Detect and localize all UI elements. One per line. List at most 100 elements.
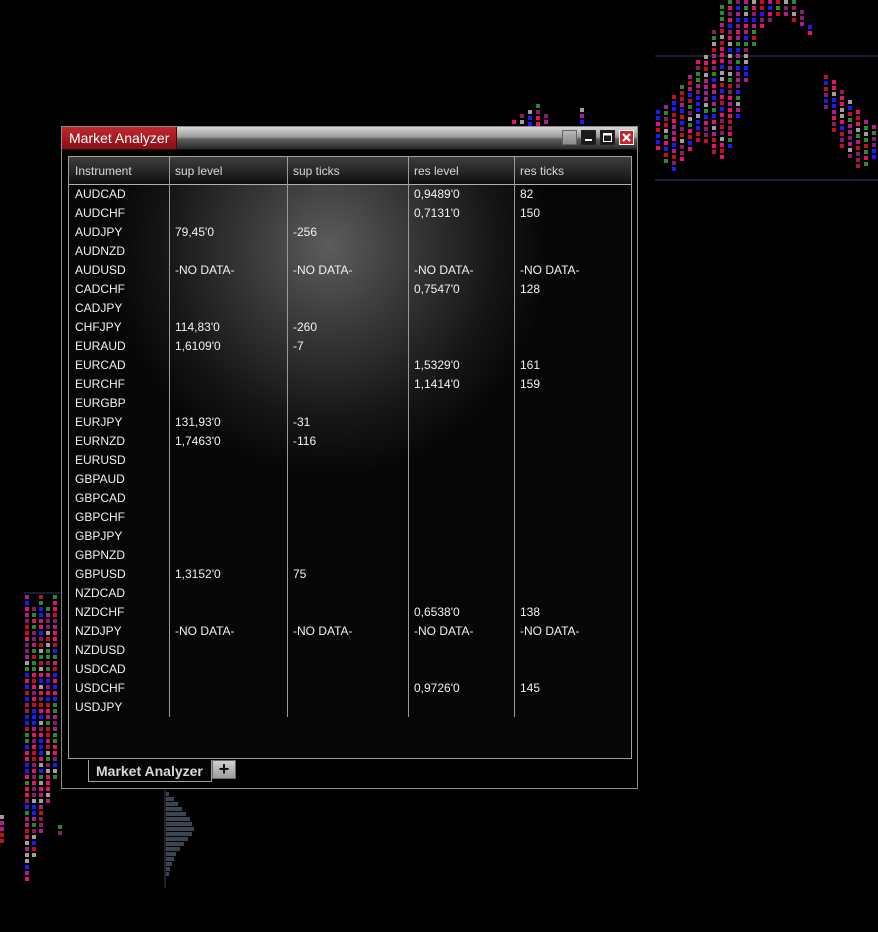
chart-box [53, 703, 57, 707]
table-row[interactable]: GBPCAD [69, 489, 631, 508]
cell-res-level: 1,5329'0 [414, 358, 460, 372]
chart-box [39, 817, 43, 821]
cell-instrument: USDCHF [75, 681, 125, 695]
window-titlebar[interactable]: Market Analyzer [62, 127, 637, 150]
chart-box [696, 78, 700, 82]
cell-sup-level [169, 470, 287, 489]
chart-box [736, 6, 740, 10]
table-row[interactable]: GBPAUD [69, 470, 631, 489]
chart-box [712, 144, 716, 148]
table-row[interactable]: EURUSD [69, 451, 631, 470]
cell-res-level [408, 318, 514, 337]
chart-box [53, 727, 57, 731]
column-header-res-ticks[interactable]: res ticks [514, 157, 631, 184]
chart-box [46, 751, 50, 755]
chart-box [712, 108, 716, 112]
volume-profile-bar [166, 842, 184, 846]
chart-box [720, 5, 724, 9]
table-row[interactable]: NZDJPY -NO DATA- -NO DATA- -NO DATA- -NO DAT… [69, 622, 631, 641]
chart-box [25, 829, 29, 833]
table-row[interactable]: NZDCHF 0,6538'0 138 [69, 603, 631, 622]
chart-box [680, 157, 684, 161]
table-row[interactable]: AUDCAD 0,9489'0 82 [69, 185, 631, 204]
chart-box [580, 120, 584, 124]
table-row[interactable]: CADCHF 0,7547'0 128 [69, 280, 631, 299]
chart-box [39, 625, 43, 629]
chart-box [736, 96, 740, 100]
chart-box [580, 108, 584, 112]
table-row[interactable]: CADJPY [69, 299, 631, 318]
chart-box [696, 102, 700, 106]
cell-sup-level [169, 299, 287, 318]
chart-box [680, 103, 684, 107]
chart-box [46, 715, 50, 719]
table-row[interactable]: EURNZD 1,7463'0 -116 [69, 432, 631, 451]
chart-box [25, 781, 29, 785]
volume-profile-bar [166, 812, 186, 816]
maximize-icon[interactable] [600, 130, 615, 145]
chart-box [25, 715, 29, 719]
minimize-icon[interactable] [581, 130, 596, 145]
table-row[interactable]: USDJPY [69, 698, 631, 717]
cell-sup-level [169, 356, 287, 375]
table-row[interactable]: EURGBP [69, 394, 631, 413]
chart-box [680, 127, 684, 131]
chart-box [712, 42, 716, 46]
table-row[interactable]: AUDNZD [69, 242, 631, 261]
chart-box [0, 815, 4, 819]
cell-instrument: GBPCAD [75, 491, 126, 505]
chart-box [39, 703, 43, 707]
table-row[interactable]: EURAUD 1,6109'0 -7 [69, 337, 631, 356]
chart-box [53, 637, 57, 641]
chart-box [840, 96, 844, 100]
table-row[interactable]: CHFJPY 114,83'0 -260 [69, 318, 631, 337]
table-row[interactable]: EURCAD 1,5329'0 161 [69, 356, 631, 375]
table-row[interactable]: GBPCHF [69, 508, 631, 527]
table-row[interactable]: EURJPY 131,93'0 -31 [69, 413, 631, 432]
table-row[interactable]: AUDJPY 79,45'0 -256 [69, 223, 631, 242]
table-row[interactable]: USDCHF 0,9726'0 145 [69, 679, 631, 698]
chart-box [25, 691, 29, 695]
cell-res-ticks [514, 299, 631, 318]
column-header-sup-level[interactable]: sup level [169, 157, 287, 184]
chart-box [46, 745, 50, 749]
column-header-instrument[interactable]: Instrument [69, 157, 169, 184]
table-row[interactable]: NZDUSD [69, 641, 631, 660]
chart-box [32, 799, 36, 803]
table-row[interactable]: GBPNZD [69, 546, 631, 565]
table-row[interactable]: GBPUSD 1,3152'0 75 [69, 565, 631, 584]
column-header-res-level[interactable]: res level [408, 157, 514, 184]
add-tab-icon[interactable]: + [212, 760, 236, 779]
window-menu-icon[interactable] [562, 130, 577, 145]
table-row[interactable]: AUDUSD -NO DATA- -NO DATA- -NO DATA- -NO DAT… [69, 261, 631, 280]
table-row[interactable]: AUDCHF 0,7131'0 150 [69, 204, 631, 223]
chart-box [720, 125, 724, 129]
chart-box [736, 48, 740, 52]
table-row[interactable]: NZDCAD [69, 584, 631, 603]
table-row[interactable]: GBPJPY [69, 527, 631, 546]
close-icon[interactable] [619, 130, 634, 145]
chart-box [39, 805, 43, 809]
chart-box [39, 697, 43, 701]
cell-instrument: GBPUSD [75, 567, 126, 581]
cell-instrument: EURJPY [75, 415, 123, 429]
chart-box [25, 799, 29, 803]
table-row[interactable]: USDCAD [69, 660, 631, 679]
chart-box [39, 685, 43, 689]
cell-res-level [408, 565, 514, 584]
chart-box [744, 24, 748, 28]
chart-box [704, 55, 708, 59]
chart-box [25, 847, 29, 851]
chart-box [768, 18, 772, 22]
chart-box [58, 831, 62, 835]
chart-box [704, 121, 708, 125]
chart-box [704, 79, 708, 83]
chart-box [872, 137, 876, 141]
chart-box [728, 42, 732, 46]
chart-box [752, 36, 756, 40]
table-row[interactable]: EURCHF 1,1414'0 159 [69, 375, 631, 394]
tab-market-analyzer[interactable]: Market Analyzer [88, 760, 212, 782]
column-header-sup-ticks[interactable]: sup ticks [287, 157, 408, 184]
chart-box [736, 0, 740, 4]
chart-box [664, 123, 668, 127]
